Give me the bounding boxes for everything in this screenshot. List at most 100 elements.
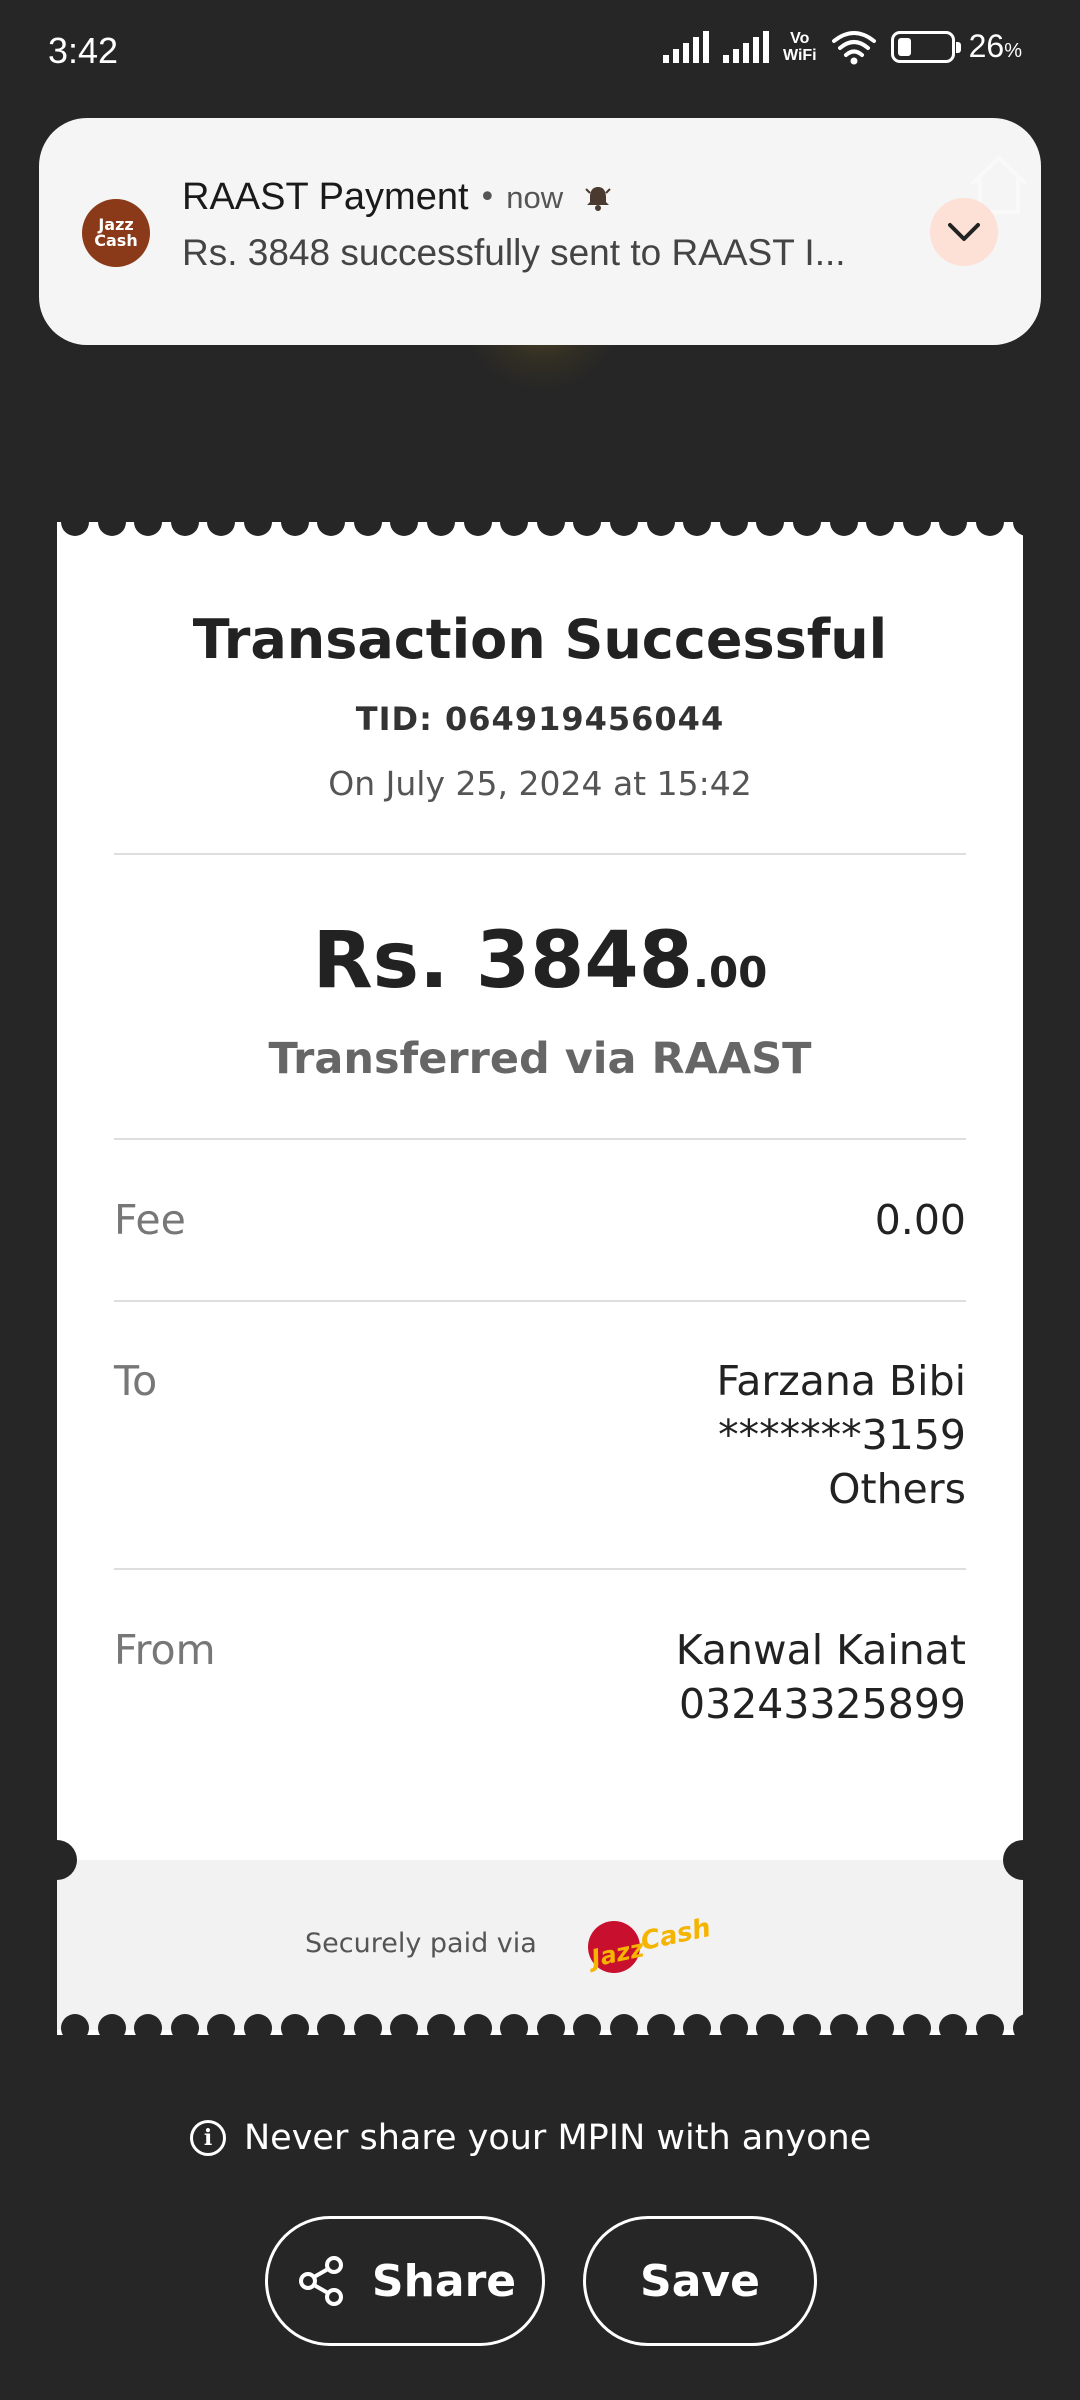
save-label: Save bbox=[640, 2255, 760, 2307]
transaction-id: TID: 064919456044 bbox=[355, 700, 725, 738]
scallop-dot bbox=[536, 512, 565, 536]
scallop-dot bbox=[756, 512, 785, 536]
receipt-footer bbox=[57, 1860, 1023, 2030]
scallop-dot bbox=[427, 512, 455, 536]
scallop-dot bbox=[829, 512, 858, 536]
status-bar: 3:42 Vo WiFi 26% bbox=[0, 0, 1080, 104]
scallop-dot bbox=[976, 2014, 1004, 2042]
share-button[interactable]: Share bbox=[265, 2216, 545, 2346]
sender-name: Kanwal Kainat bbox=[675, 1626, 966, 1674]
receipt-top-edge bbox=[57, 512, 1023, 552]
scallop-dot bbox=[463, 512, 492, 536]
sender-number: 03243325899 bbox=[679, 1680, 966, 1728]
share-icon bbox=[298, 2256, 343, 2306]
save-button[interactable]: Save bbox=[583, 2216, 817, 2346]
scallop-dot bbox=[719, 2014, 748, 2042]
scallop-dot bbox=[134, 512, 163, 536]
divider bbox=[114, 853, 966, 855]
scallop-dot bbox=[390, 2014, 419, 2042]
battery-percent: 26% bbox=[968, 28, 1022, 64]
scallop-dot bbox=[61, 2014, 89, 2042]
info-icon: i bbox=[190, 2120, 226, 2156]
scallop-dot bbox=[756, 2014, 785, 2042]
scallop-dot bbox=[353, 2014, 382, 2042]
scallop-dot bbox=[1012, 512, 1023, 536]
scallop-dot bbox=[61, 512, 89, 536]
signal-icon bbox=[662, 30, 709, 63]
scallop-dot bbox=[646, 2014, 675, 2042]
scallop-dot bbox=[976, 512, 1004, 536]
scallop-dot bbox=[317, 512, 346, 536]
sender-details: Kanwal Kainat 03243325899 bbox=[676, 1623, 966, 1731]
transaction-date: On July 25, 2024 at 15:42 bbox=[328, 764, 752, 803]
receipt-notch-right bbox=[1003, 1840, 1043, 1880]
chevron-down-icon bbox=[948, 223, 980, 241]
scallop-dot bbox=[683, 2014, 712, 2042]
scallop-dot bbox=[170, 512, 199, 536]
scallop-dot bbox=[97, 512, 126, 536]
recipient-bank: Others bbox=[828, 1465, 966, 1513]
scallop-dot bbox=[719, 512, 748, 536]
scallop-dot bbox=[793, 512, 821, 536]
scallop-dot bbox=[866, 512, 895, 536]
transaction-status-title: Transaction Successful bbox=[192, 608, 888, 671]
fee-label: Fee bbox=[114, 1196, 186, 1244]
scallop-dot bbox=[280, 2014, 309, 2042]
status-icons: Vo WiFi 26% bbox=[662, 28, 1022, 65]
security-warning: i Never share your MPIN with anyone bbox=[190, 2118, 871, 2158]
scallop-dot bbox=[500, 512, 529, 536]
scallop-dot bbox=[683, 512, 712, 536]
wifi-icon bbox=[831, 30, 876, 64]
scallop-dot bbox=[536, 2014, 565, 2042]
scallop-dot bbox=[939, 512, 968, 536]
scallop-dot bbox=[390, 512, 419, 536]
jazzcash-logo: Jazz Cash bbox=[585, 1913, 714, 1974]
receipt-notch-left bbox=[37, 1840, 77, 1880]
battery-fill bbox=[897, 37, 912, 56]
jazzcash-app-icon: Jazz Cash bbox=[82, 199, 150, 267]
notification-card[interactable]: Jazz Cash RAAST Payment • now Rs. 3848 s… bbox=[39, 118, 1041, 345]
divider bbox=[114, 1138, 966, 1140]
vowifi-top-text: Vo bbox=[790, 29, 810, 47]
from-label: From bbox=[114, 1626, 216, 1674]
svg-text:Cash: Cash bbox=[638, 1913, 713, 1957]
signal-icon bbox=[722, 30, 769, 63]
fee-value: 0.00 bbox=[874, 1196, 966, 1244]
share-label: Share bbox=[371, 2255, 517, 2307]
scallop-dot bbox=[170, 2014, 199, 2042]
to-label: To bbox=[114, 1357, 158, 1405]
divider bbox=[114, 1300, 966, 1302]
scallop-dot bbox=[317, 2014, 346, 2042]
scallop-dot bbox=[207, 512, 236, 536]
warning-text: Never share your MPIN with anyone bbox=[244, 2118, 872, 2158]
scallop-dot bbox=[427, 2014, 455, 2042]
status-time: 3:42 bbox=[48, 30, 119, 71]
notification-title: RAAST Payment bbox=[182, 176, 469, 218]
recipient-name: Farzana Bibi bbox=[716, 1357, 966, 1405]
scallop-dot bbox=[866, 2014, 895, 2042]
scallop-dot bbox=[793, 2014, 821, 2042]
scallop-dot bbox=[610, 512, 638, 536]
transfer-method: Transferred via RAAST bbox=[268, 1034, 812, 1084]
scallop-dot bbox=[573, 512, 602, 536]
scallop-dot bbox=[902, 2014, 931, 2042]
scallop-dot bbox=[134, 2014, 163, 2042]
scallop-dot bbox=[500, 2014, 529, 2042]
scallop-dot bbox=[902, 512, 931, 536]
divider bbox=[114, 1568, 966, 1570]
scallop-dot bbox=[244, 512, 272, 536]
amount-main: Rs. 3848 bbox=[312, 916, 693, 1006]
vowifi-indicator: Vo WiFi bbox=[783, 30, 817, 64]
vowifi-bottom-text: WiFi bbox=[782, 46, 817, 64]
scallop-dot bbox=[646, 512, 675, 536]
scallop-dot bbox=[463, 2014, 492, 2042]
expand-notification-button[interactable] bbox=[930, 198, 998, 266]
scallop-dot bbox=[280, 512, 309, 536]
bell-icon bbox=[585, 186, 611, 211]
amount-decimal: .00 bbox=[692, 948, 768, 997]
scallop-dot bbox=[207, 2014, 236, 2042]
scallop-dot bbox=[244, 2014, 272, 2042]
scallop-dot bbox=[939, 2014, 968, 2042]
transaction-amount: Rs. 3848.00 bbox=[57, 916, 1023, 1006]
scallop-dot bbox=[573, 2014, 602, 2042]
